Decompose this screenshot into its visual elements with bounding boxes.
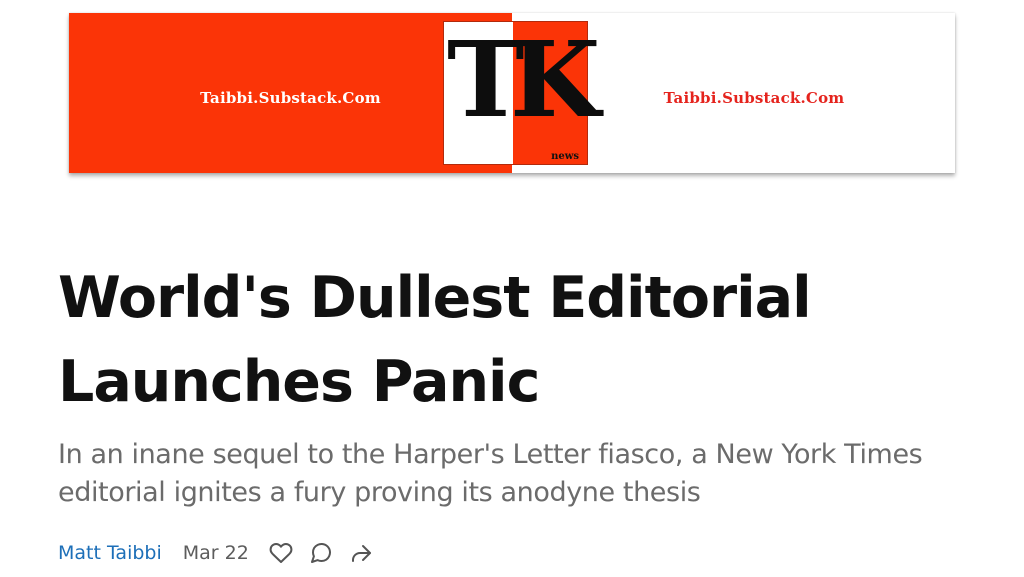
comment-button[interactable] xyxy=(307,539,335,567)
heart-icon xyxy=(269,543,293,563)
post-meta: Matt Taibbi Mar 22 xyxy=(58,538,375,568)
tk-news-logo: T K news xyxy=(443,21,600,165)
share-button[interactable] xyxy=(347,539,375,567)
header-banner: Taibbi.Substack.Com Taibbi.Substack.Com … xyxy=(69,13,955,173)
post-title: World's Dullest Editorial Launches Panic xyxy=(58,265,812,415)
logo-letter-k: K xyxy=(510,18,601,141)
post-subtitle: In an inane sequel to the Harper's Lette… xyxy=(58,439,923,508)
comment-icon xyxy=(310,542,331,563)
banner-right-url: Taibbi.Substack.Com xyxy=(663,89,845,107)
logo-news-label: news xyxy=(551,151,579,162)
like-button[interactable] xyxy=(267,539,295,567)
author-link[interactable]: Matt Taibbi xyxy=(58,542,162,564)
share-icon xyxy=(351,545,371,562)
post-date: Mar 22 xyxy=(182,542,249,564)
